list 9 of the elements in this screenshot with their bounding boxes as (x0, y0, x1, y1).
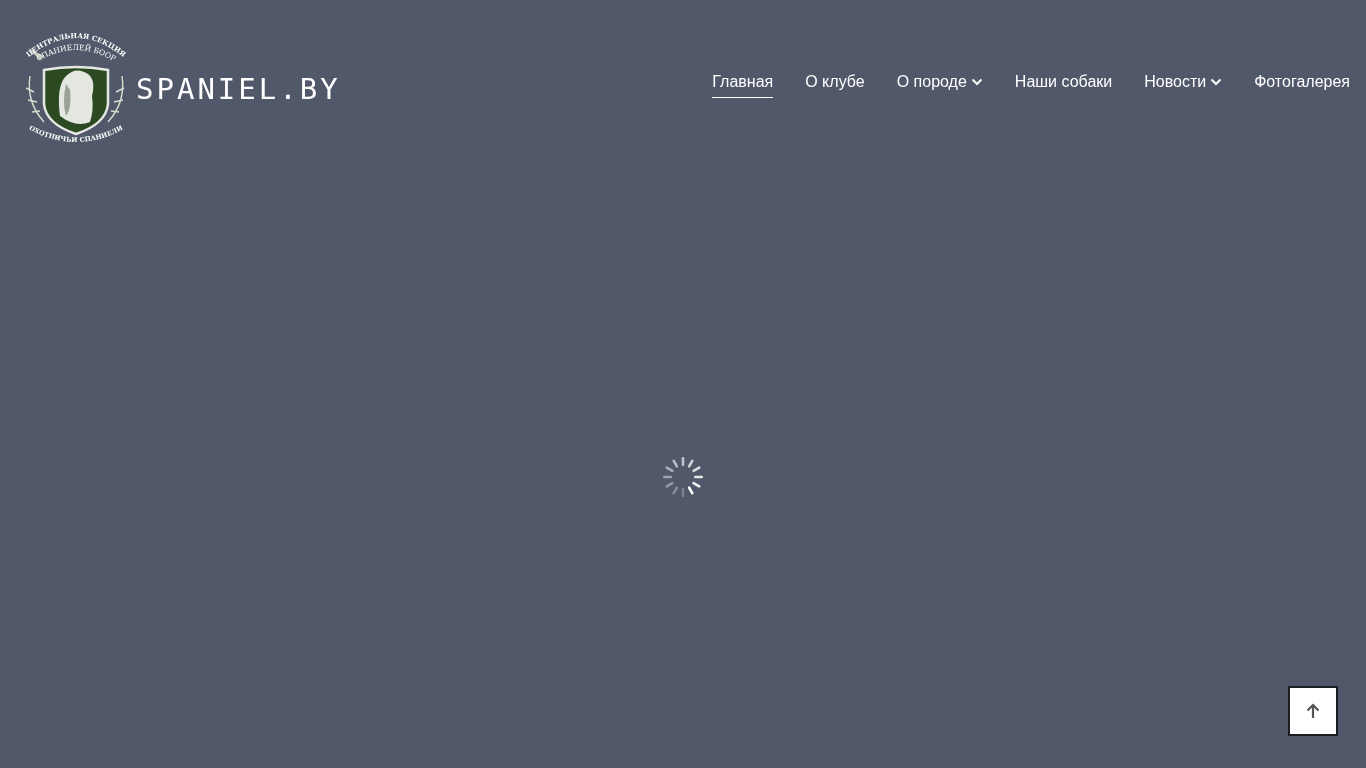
nav-link[interactable]: О клубе (805, 73, 865, 98)
nav-link[interactable]: О породе (896, 73, 983, 98)
site-wordmark: SPANIEL.BY (136, 72, 341, 106)
arrow-up-icon (1306, 703, 1320, 719)
back-to-top-button[interactable] (1288, 686, 1338, 736)
nav-link[interactable]: Фотогалерея (1254, 73, 1350, 98)
nav-link[interactable]: Наши собаки (1014, 73, 1113, 98)
nav-link[interactable]: Главная (712, 73, 774, 98)
nav-link[interactable]: Новости (1144, 73, 1223, 98)
